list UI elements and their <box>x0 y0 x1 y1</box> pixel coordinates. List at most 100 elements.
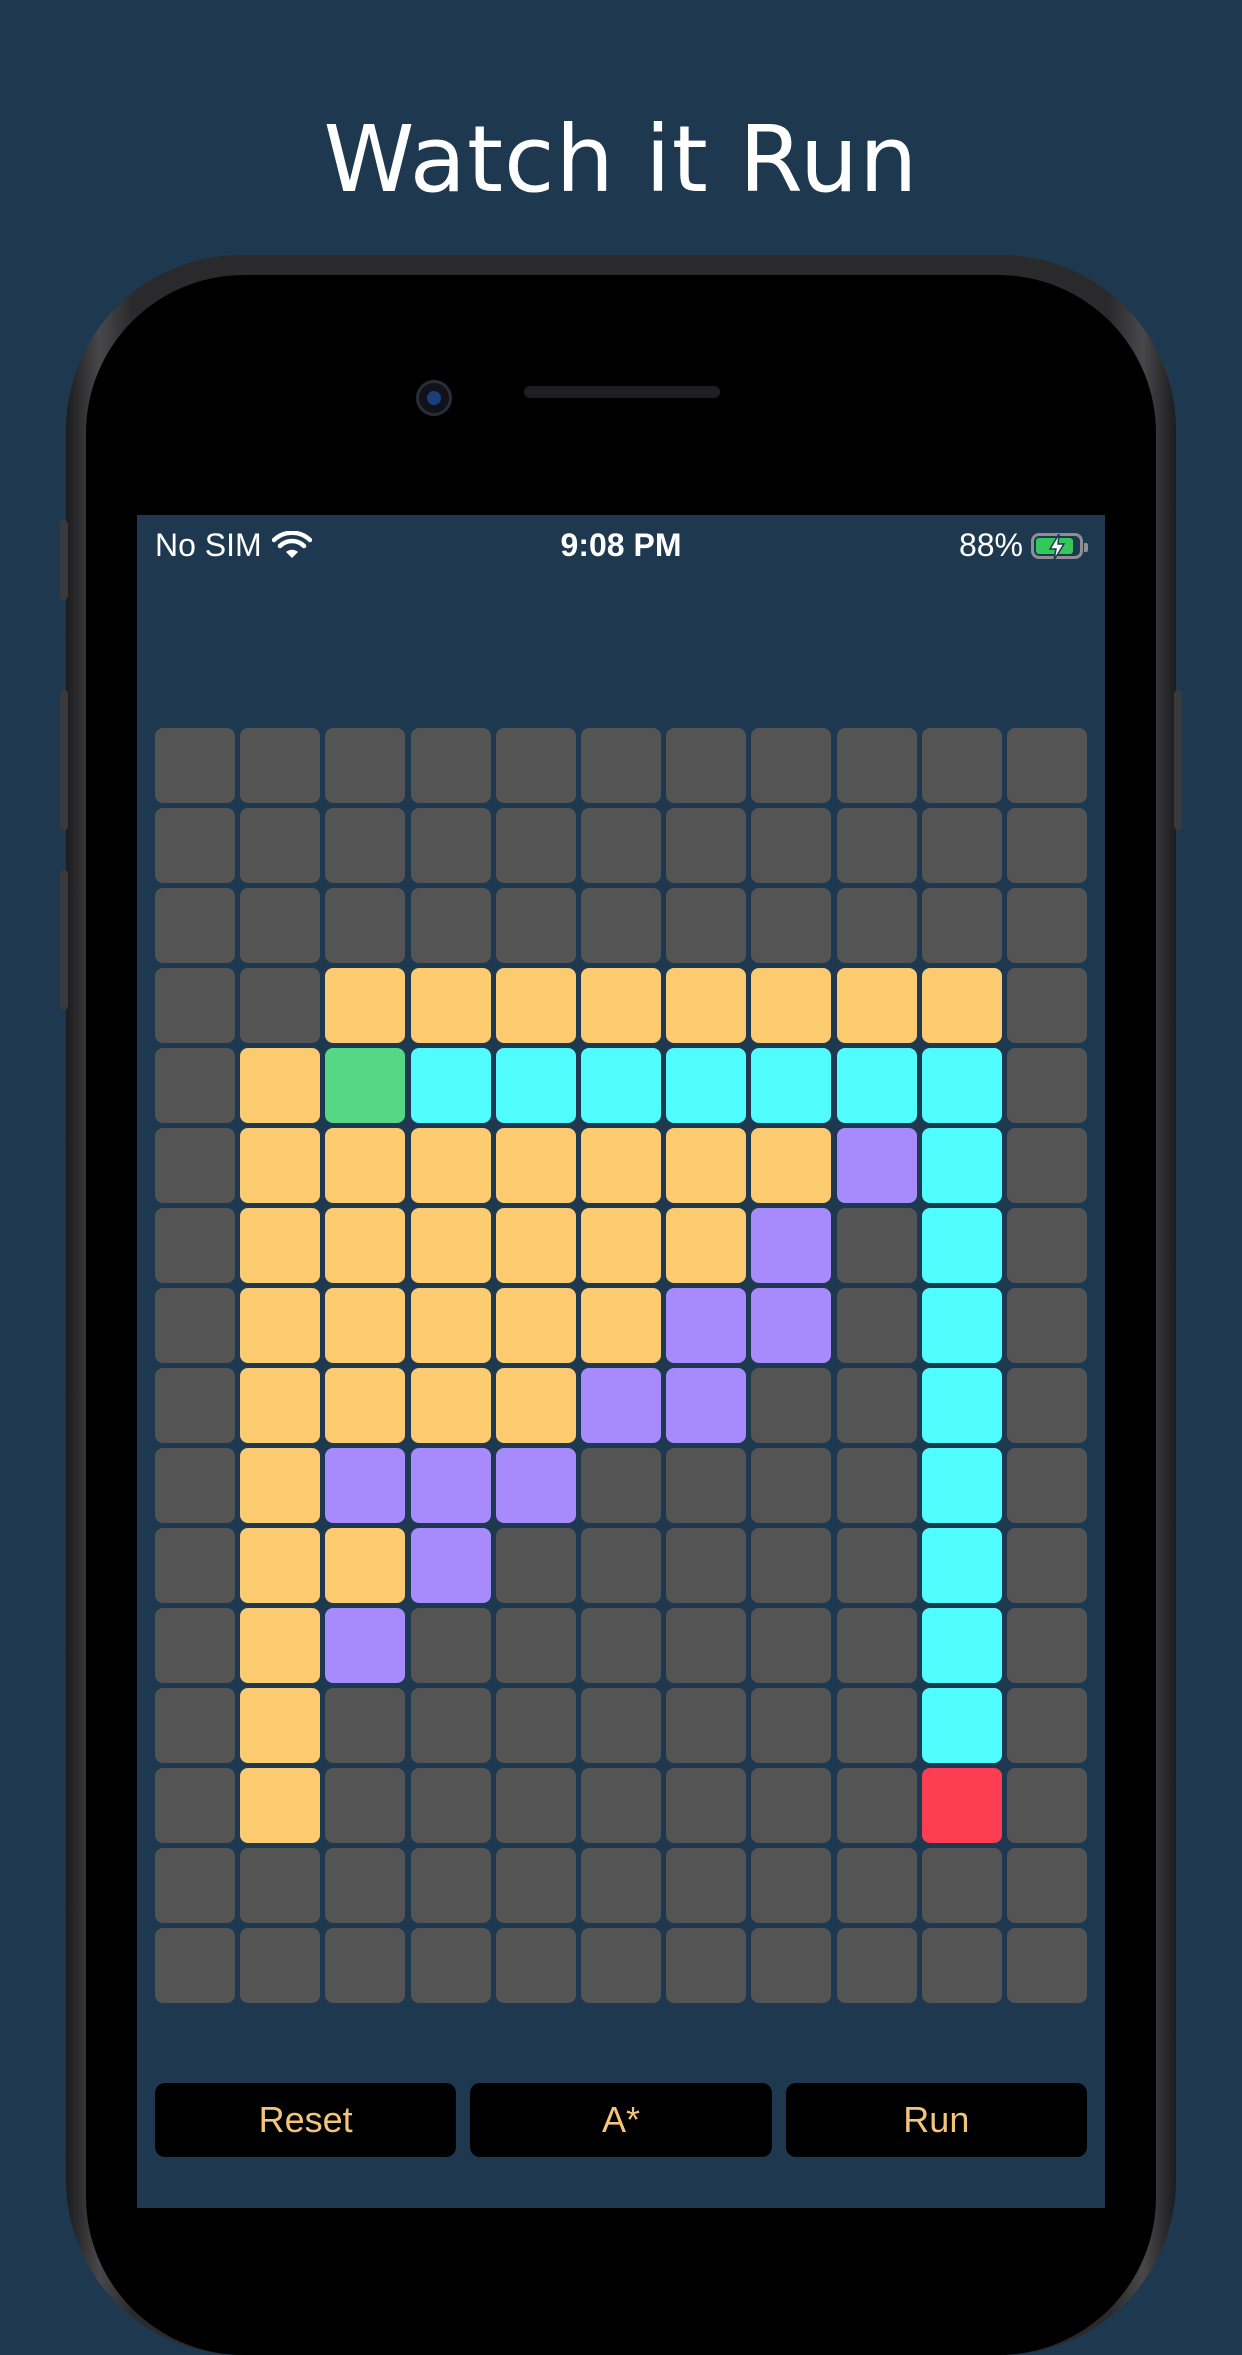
grid-cell-unvisited[interactable] <box>921 888 1002 963</box>
grid-cell-unvisited[interactable] <box>836 1688 917 1763</box>
grid-cell-unvisited[interactable] <box>410 1608 491 1683</box>
grid-cell-unvisited[interactable] <box>155 1208 235 1283</box>
grid-cell-unvisited[interactable] <box>666 1608 747 1683</box>
grid-cell-unvisited[interactable] <box>240 1848 321 1923</box>
grid-cell-unvisited[interactable] <box>580 808 661 883</box>
grid-cell-visited[interactable] <box>240 1288 321 1363</box>
grid-cell-end[interactable] <box>921 1768 1002 1843</box>
grid-cell-visited[interactable] <box>580 1128 661 1203</box>
grid-cell-unvisited[interactable] <box>155 1848 235 1923</box>
grid-cell-unvisited[interactable] <box>155 808 235 883</box>
grid-cell-visited[interactable] <box>410 1288 491 1363</box>
grid-cell-unvisited[interactable] <box>325 1928 406 2003</box>
pathfinding-grid[interactable] <box>155 728 1087 2003</box>
grid-cell-visited[interactable] <box>325 1528 406 1603</box>
grid-cell-unvisited[interactable] <box>495 1608 576 1683</box>
grid-cell-unvisited[interactable] <box>921 728 1002 803</box>
grid-cell-unvisited[interactable] <box>921 1928 1002 2003</box>
grid-cell-visited[interactable] <box>921 968 1002 1043</box>
grid-cell-unvisited[interactable] <box>410 808 491 883</box>
grid-cell-unvisited[interactable] <box>580 1768 661 1843</box>
grid-cell-path[interactable] <box>751 1048 832 1123</box>
grid-cell-unvisited[interactable] <box>751 1768 832 1843</box>
grid-cell-unvisited[interactable] <box>495 1928 576 2003</box>
grid-cell-unvisited[interactable] <box>666 808 747 883</box>
grid-cell-unvisited[interactable] <box>1006 1128 1087 1203</box>
grid-cell-unvisited[interactable] <box>495 1768 576 1843</box>
grid-cell-unvisited[interactable] <box>836 1368 917 1443</box>
grid-cell-unvisited[interactable] <box>666 1528 747 1603</box>
grid-cell-frontier[interactable] <box>495 1448 576 1523</box>
grid-cell-unvisited[interactable] <box>751 1368 832 1443</box>
grid-cell-visited[interactable] <box>495 1128 576 1203</box>
grid-cell-unvisited[interactable] <box>836 1768 917 1843</box>
grid-cell-unvisited[interactable] <box>836 1448 917 1523</box>
grid-cell-path[interactable] <box>921 1608 1002 1683</box>
grid-cell-unvisited[interactable] <box>155 1288 235 1363</box>
algorithm-select-button[interactable]: A* <box>470 2083 772 2157</box>
grid-cell-visited[interactable] <box>410 968 491 1043</box>
grid-cell-visited[interactable] <box>325 1368 406 1443</box>
grid-cell-visited[interactable] <box>751 1128 832 1203</box>
grid-cell-visited[interactable] <box>495 968 576 1043</box>
grid-cell-unvisited[interactable] <box>751 888 832 963</box>
grid-cell-unvisited[interactable] <box>1006 1528 1087 1603</box>
grid-cell-unvisited[interactable] <box>1006 1928 1087 2003</box>
grid-cell-unvisited[interactable] <box>155 1368 235 1443</box>
grid-cell-unvisited[interactable] <box>580 1848 661 1923</box>
grid-cell-unvisited[interactable] <box>751 1448 832 1523</box>
grid-cell-visited[interactable] <box>240 1768 321 1843</box>
grid-cell-unvisited[interactable] <box>1006 1688 1087 1763</box>
grid-cell-unvisited[interactable] <box>836 1848 917 1923</box>
grid-cell-unvisited[interactable] <box>666 1848 747 1923</box>
grid-cell-visited[interactable] <box>495 1208 576 1283</box>
grid-cell-path[interactable] <box>921 1048 1002 1123</box>
grid-cell-frontier[interactable] <box>666 1368 747 1443</box>
grid-cell-unvisited[interactable] <box>495 728 576 803</box>
grid-cell-visited[interactable] <box>666 1128 747 1203</box>
grid-cell-unvisited[interactable] <box>1006 888 1087 963</box>
grid-cell-unvisited[interactable] <box>410 1848 491 1923</box>
grid-cell-visited[interactable] <box>240 1608 321 1683</box>
grid-cell-unvisited[interactable] <box>495 1848 576 1923</box>
grid-cell-visited[interactable] <box>325 968 406 1043</box>
grid-cell-unvisited[interactable] <box>666 1688 747 1763</box>
grid-cell-visited[interactable] <box>240 1528 321 1603</box>
grid-cell-unvisited[interactable] <box>666 1768 747 1843</box>
grid-cell-path[interactable] <box>921 1288 1002 1363</box>
grid-cell-unvisited[interactable] <box>921 1848 1002 1923</box>
grid-cell-path[interactable] <box>921 1128 1002 1203</box>
grid-cell-unvisited[interactable] <box>751 1528 832 1603</box>
run-button[interactable]: Run <box>785 2083 1087 2157</box>
grid-cell-visited[interactable] <box>240 1048 321 1123</box>
grid-cell-unvisited[interactable] <box>1006 1288 1087 1363</box>
grid-cell-visited[interactable] <box>240 1688 321 1763</box>
grid-cell-unvisited[interactable] <box>240 888 321 963</box>
grid-cell-unvisited[interactable] <box>325 1848 406 1923</box>
grid-cell-path[interactable] <box>921 1528 1002 1603</box>
grid-cell-unvisited[interactable] <box>155 1048 235 1123</box>
grid-cell-unvisited[interactable] <box>751 1928 832 2003</box>
grid-cell-unvisited[interactable] <box>155 1768 235 1843</box>
grid-cell-unvisited[interactable] <box>1006 808 1087 883</box>
grid-cell-unvisited[interactable] <box>580 1608 661 1683</box>
grid-cell-unvisited[interactable] <box>325 1768 406 1843</box>
grid-cell-frontier[interactable] <box>325 1608 406 1683</box>
grid-cell-visited[interactable] <box>751 968 832 1043</box>
grid-cell-frontier[interactable] <box>751 1288 832 1363</box>
grid-cell-unvisited[interactable] <box>155 1128 235 1203</box>
grid-cell-start[interactable] <box>325 1048 406 1123</box>
grid-cell-visited[interactable] <box>666 1208 747 1283</box>
grid-cell-unvisited[interactable] <box>1006 1448 1087 1523</box>
grid-cell-unvisited[interactable] <box>1006 1368 1087 1443</box>
grid-cell-path[interactable] <box>580 1048 661 1123</box>
grid-cell-path[interactable] <box>666 1048 747 1123</box>
grid-cell-unvisited[interactable] <box>836 808 917 883</box>
grid-cell-unvisited[interactable] <box>325 808 406 883</box>
grid-cell-unvisited[interactable] <box>580 1928 661 2003</box>
grid-cell-unvisited[interactable] <box>751 1608 832 1683</box>
grid-cell-visited[interactable] <box>836 968 917 1043</box>
grid-cell-unvisited[interactable] <box>1006 1208 1087 1283</box>
grid-cell-unvisited[interactable] <box>1006 1608 1087 1683</box>
grid-cell-unvisited[interactable] <box>666 728 747 803</box>
